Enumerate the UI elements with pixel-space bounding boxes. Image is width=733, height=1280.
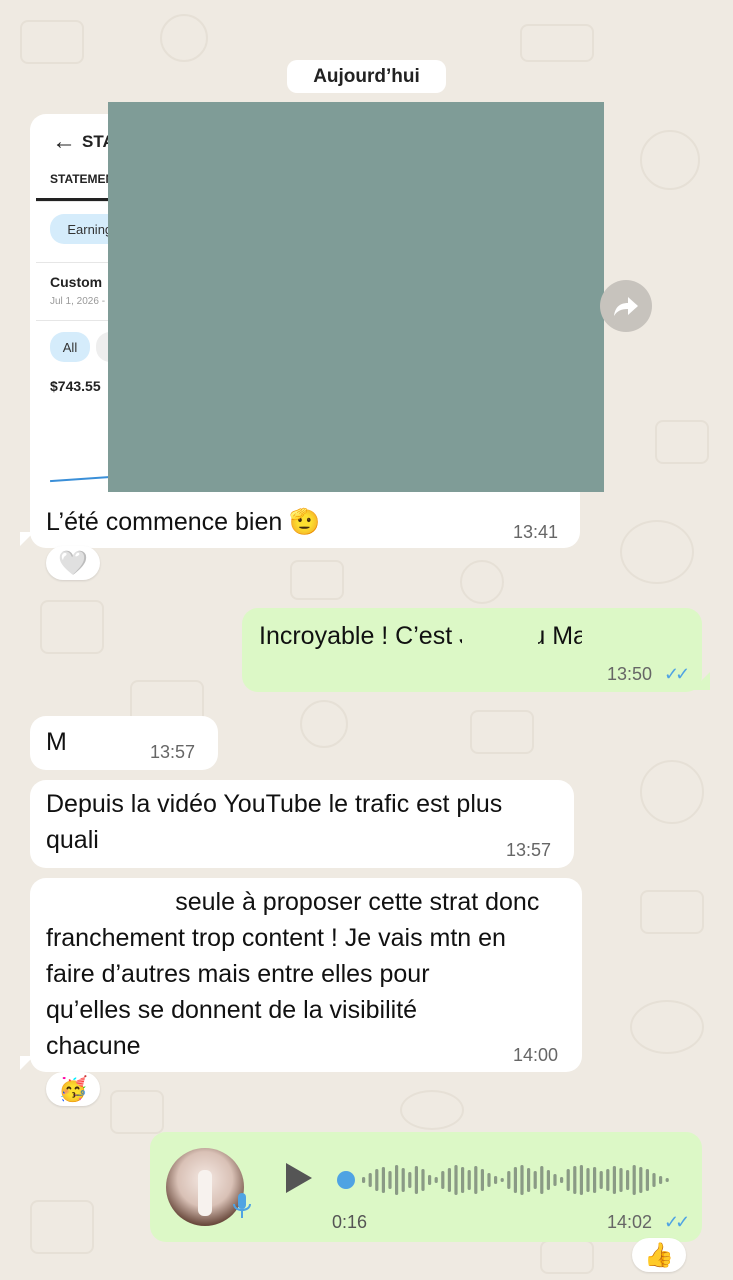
waveform-bar	[645, 1169, 649, 1191]
play-icon[interactable]	[284, 1162, 314, 1199]
waveform-bar	[652, 1173, 656, 1187]
waveform-bar	[381, 1167, 385, 1193]
waveform-bar	[527, 1168, 531, 1192]
waveform-bar	[388, 1171, 392, 1189]
waveform-bar	[507, 1171, 511, 1189]
forward-icon[interactable]	[600, 280, 652, 332]
waveform-bar	[401, 1168, 405, 1192]
waveform-bar	[480, 1169, 484, 1191]
waveform-bar	[513, 1167, 517, 1193]
reaction-thumbs-up[interactable]: 👍	[632, 1238, 686, 1272]
waveform-bar	[461, 1167, 465, 1193]
message-text-line: faire d’autres mais entre elles pour	[46, 960, 430, 988]
waveform-bar	[487, 1173, 491, 1187]
waveform-bar	[395, 1165, 399, 1195]
screenshot-tab-label: STATEMEN	[50, 172, 115, 186]
name-redaction	[462, 624, 538, 646]
waveform-bar	[375, 1169, 379, 1191]
waveform-bar	[599, 1171, 603, 1189]
message-text-line: chacune	[46, 1032, 141, 1060]
waveform-bar	[546, 1170, 550, 1190]
waveform-bar	[500, 1178, 504, 1182]
waveform-bar	[421, 1169, 425, 1191]
waveform-bar	[632, 1165, 636, 1195]
waveform-bar	[441, 1171, 445, 1189]
waveform-bar	[428, 1175, 432, 1185]
voice-duration: 0:16	[332, 1212, 368, 1232]
chip-all: All	[50, 332, 90, 362]
reaction-party[interactable]: 🥳	[46, 1072, 100, 1106]
message-time: 14:00	[513, 1045, 559, 1065]
waveform-bar	[540, 1166, 544, 1194]
message-time: 13:41	[513, 522, 559, 542]
bubble-tail	[20, 1056, 34, 1070]
waveform-bar	[626, 1170, 630, 1190]
waveform-bar	[474, 1166, 478, 1194]
date-separator: Aujourd’hui	[287, 60, 446, 93]
waveform-bar	[553, 1174, 557, 1186]
waveform-bar	[586, 1168, 590, 1192]
waveform-bar	[606, 1169, 610, 1191]
amount-value: $743.55	[50, 378, 101, 394]
waveform-slider[interactable]	[336, 1160, 676, 1200]
date-range: Jul 1, 2026 -	[50, 296, 106, 307]
message-text-line: qu’elles se donnent de la visibilité	[46, 996, 418, 1024]
message-text: L’été commence bien 🫡	[46, 508, 321, 536]
waveform-bar	[665, 1178, 669, 1182]
waveform-bar	[408, 1172, 412, 1188]
message-time: 13:57	[150, 742, 196, 762]
custom-label: Custom	[50, 274, 103, 290]
message-text-line: franchement trop content ! Je vais mtn e…	[46, 924, 506, 952]
waveform-bar	[579, 1165, 583, 1195]
waveform-bar	[573, 1166, 577, 1194]
waveform-bar	[494, 1176, 498, 1184]
chart-line	[50, 475, 112, 483]
waveform-bar	[619, 1168, 623, 1192]
redaction-overlay	[108, 102, 604, 492]
waveform-bar	[593, 1167, 597, 1193]
message-time: 13:50	[607, 664, 653, 684]
waveform-bar	[520, 1165, 524, 1195]
name-redaction	[66, 728, 136, 756]
waveform-bar	[659, 1176, 663, 1184]
waveform-bar	[612, 1166, 616, 1194]
mic-icon	[232, 1192, 252, 1222]
waveform-bar	[447, 1168, 451, 1192]
name-redaction	[582, 624, 652, 646]
bubble-tail	[692, 672, 710, 690]
double-check-icon: ✓✓	[664, 664, 690, 684]
waveform-bar	[467, 1170, 471, 1190]
double-check-icon: ✓✓	[664, 1212, 690, 1232]
waveform-bar	[560, 1177, 564, 1183]
message-time: 14:02	[607, 1212, 653, 1232]
text-redaction	[46, 886, 174, 916]
waveform-bar	[454, 1165, 458, 1195]
arrow-left-icon: ←	[52, 128, 76, 155]
message-text-line: Depuis la vidéo YouTube le trafic est pl…	[46, 790, 503, 818]
waveform-thumb	[337, 1171, 355, 1189]
waveform-bar	[566, 1169, 570, 1191]
waveform-bar	[639, 1167, 643, 1193]
reaction-heart[interactable]: 🤍	[46, 546, 100, 580]
waveform-bar	[533, 1171, 537, 1189]
waveform-bar	[368, 1173, 372, 1187]
waveform-bar	[414, 1166, 418, 1194]
waveform-bar	[434, 1177, 438, 1183]
waveform-bar	[362, 1177, 366, 1183]
message-text-line: quali	[46, 826, 99, 854]
message-time: 13:57	[506, 840, 552, 860]
